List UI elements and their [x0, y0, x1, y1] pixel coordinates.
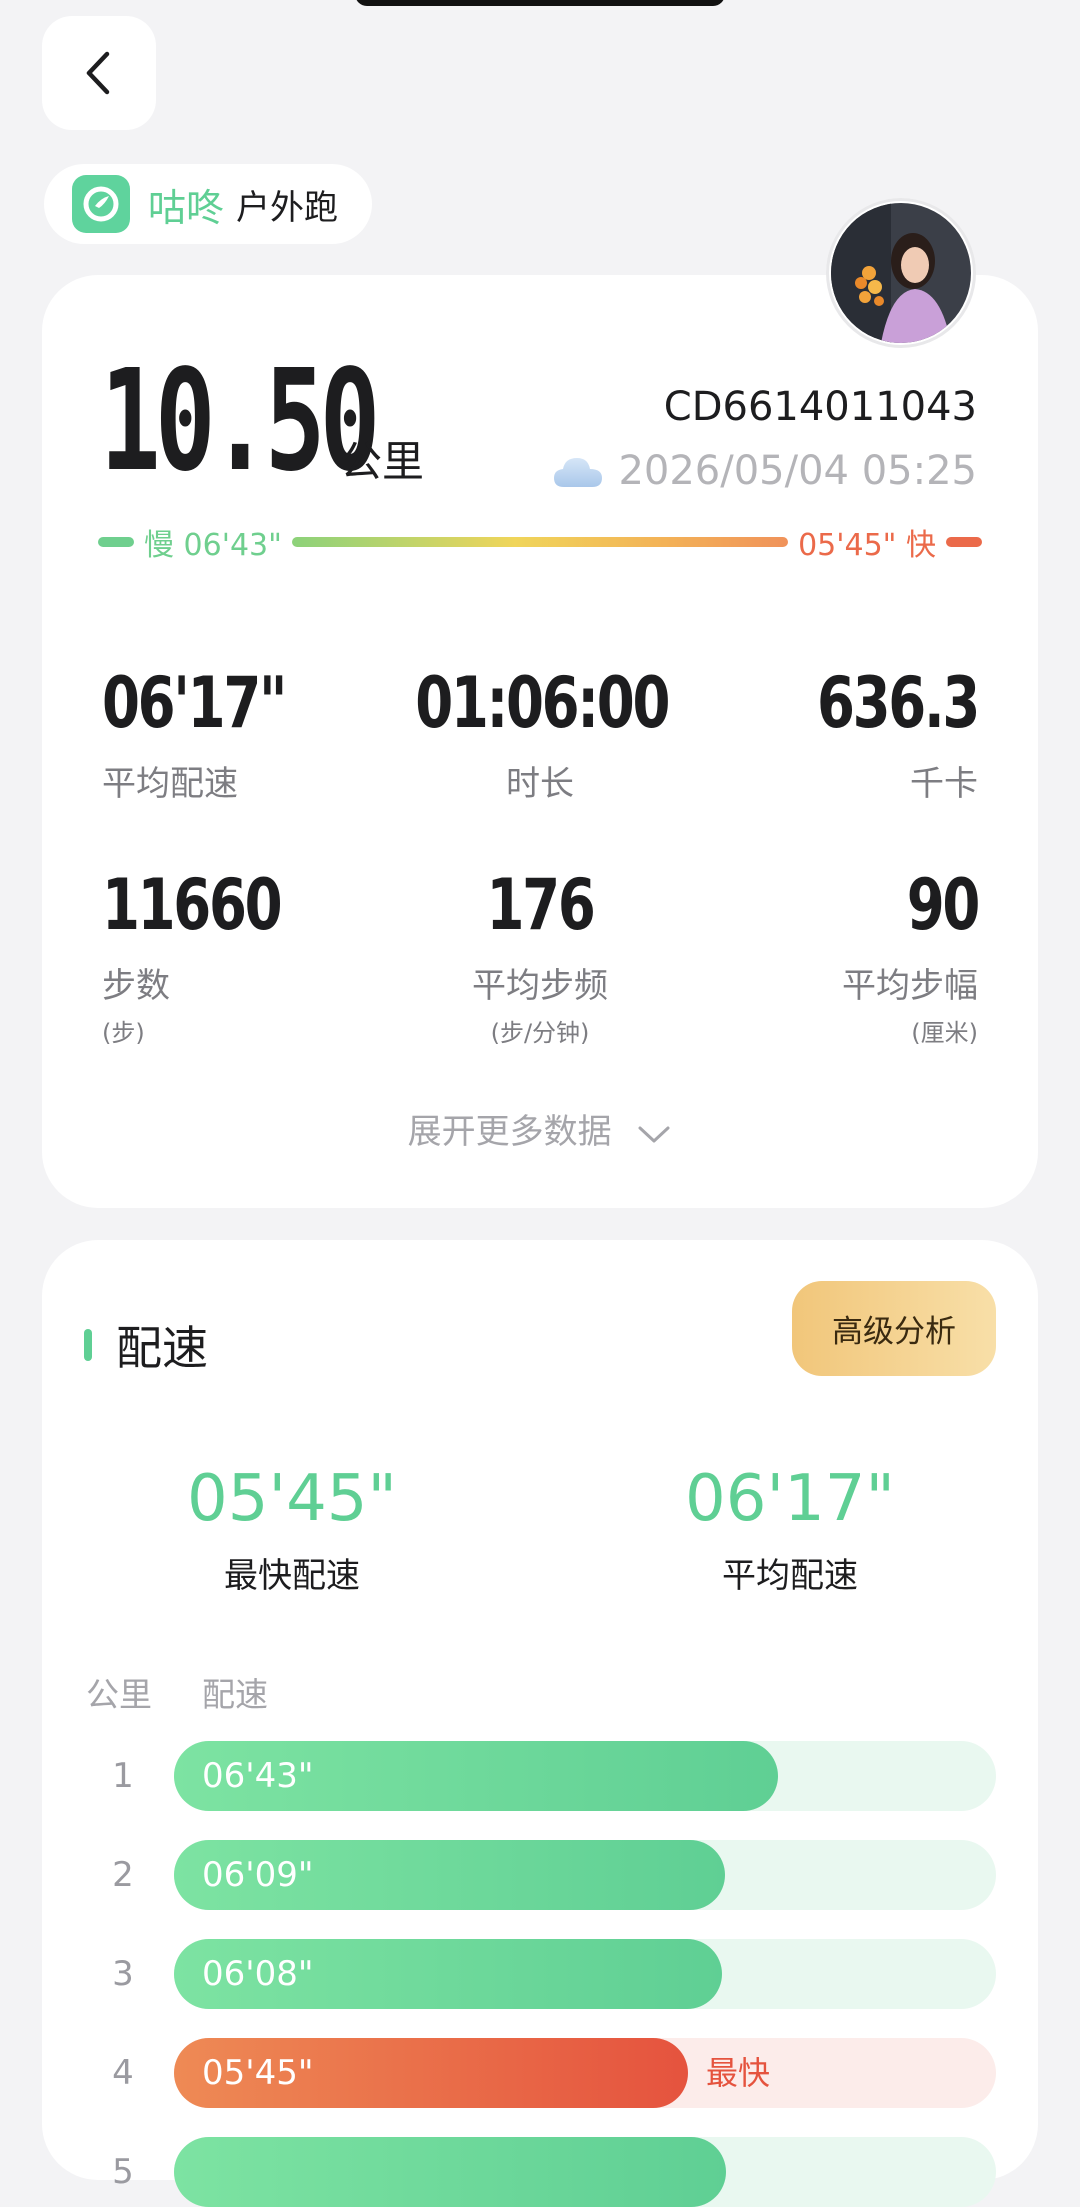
app-name: 咕咚 [148, 185, 225, 230]
split-bar: 06'09" [174, 1840, 725, 1910]
fast-pace-label: 05'45" 快 [798, 528, 936, 563]
stat-cadence: 176 平均步频 (步/分钟) [380, 870, 700, 1048]
stat-calories: 636.3 千卡 [658, 662, 980, 805]
run-datetime: 2026/05/04 05:25 [618, 448, 977, 494]
stat-steps: 11660 步数 (步) [102, 870, 422, 1048]
stat-value: 11660 [102, 864, 283, 946]
fastest-pace-label: 最快配速 [224, 1556, 360, 1596]
split-track: 06'08" [174, 1939, 996, 2009]
back-button[interactable] [42, 16, 156, 130]
stat-value: 06'17" [102, 662, 287, 744]
pace-gradient-bar [291, 537, 789, 547]
stat-duration: 01:06:00 时长 [380, 668, 700, 805]
column-header-pace: 配速 [202, 1675, 268, 1714]
column-header-km: 公里 [86, 1675, 152, 1714]
chevron-down-icon [638, 1126, 670, 1142]
stat-unit: (步/分钟) [490, 1019, 590, 1047]
fast-segment [946, 537, 982, 547]
stat-value: 01:06:00 [415, 662, 670, 744]
split-row: 2 06'09" [100, 1840, 996, 1910]
chevron-left-icon [86, 51, 110, 95]
stat-value: 176 [486, 864, 596, 946]
split-pace: 06'43" [202, 1756, 314, 1796]
split-pace: 06'09" [202, 1855, 314, 1895]
fastest-pace-value: 05'45" [187, 1462, 397, 1536]
split-row: 4 05'45" 最快 [100, 2038, 996, 2108]
split-track [174, 2137, 996, 2207]
split-km: 2 [112, 1855, 134, 1895]
section-title-text: 配速 [116, 1321, 208, 1375]
split-pace: 06'08" [202, 1954, 314, 1994]
average-pace-label: 平均配速 [722, 1556, 858, 1596]
stat-label: 平均配速 [102, 764, 238, 804]
split-track: 06'09" [174, 1840, 996, 1910]
slow-pace-label: 慢 06'43" [144, 528, 282, 563]
stat-unit: (厘米) [911, 1019, 978, 1047]
record-id: CD6614011043 [663, 384, 977, 430]
stat-label: 时长 [506, 764, 574, 804]
pace-scale: 慢 06'43" 05'45" 快 [98, 522, 982, 563]
sport-type: 户外跑 [236, 187, 339, 228]
split-km: 3 [112, 1954, 134, 1994]
expand-label: 展开更多数据 [407, 1112, 612, 1152]
stat-unit: (步) [102, 1019, 145, 1047]
stat-stride: 90 平均步幅 (厘米) [658, 864, 981, 1048]
split-row: 5 [100, 2137, 996, 2207]
split-km: 1 [112, 1756, 134, 1796]
split-bar [174, 2137, 726, 2207]
split-row: 3 06'08" [100, 1939, 996, 2009]
split-bar: 05'45" [174, 2038, 688, 2108]
split-bar: 06'43" [174, 1741, 778, 1811]
split-bar: 06'08" [174, 1939, 722, 2009]
stat-label: 平均步幅 [842, 966, 978, 1006]
average-pace: 06'17" 平均配速 [640, 1462, 940, 1597]
expand-more-button[interactable]: 展开更多数据 [0, 1104, 1080, 1153]
stat-label: 千卡 [910, 764, 978, 804]
split-km: 5 [112, 2152, 134, 2192]
distance-value: 10.50 [100, 340, 380, 503]
cloud-icon [554, 458, 603, 487]
split-track: 05'45" 最快 [174, 2038, 996, 2108]
slow-segment [98, 537, 134, 547]
distance-unit: 公里 [340, 437, 425, 486]
stat-value: 90 [906, 864, 981, 946]
split-km: 4 [112, 2053, 134, 2093]
average-pace-value: 06'17" [685, 1462, 895, 1536]
split-track: 06'43" [174, 1741, 996, 1811]
pace-section-title: 配速 [84, 1312, 208, 1378]
advanced-analysis-button[interactable]: 高级分析 [792, 1281, 996, 1376]
app-badge: 咕咚 户外跑 [44, 164, 372, 244]
stat-label: 步数 [102, 966, 170, 1006]
avatar[interactable] [826, 198, 976, 348]
fastest-tag: 最快 [706, 2054, 771, 2092]
section-accent-bar [84, 1329, 92, 1361]
fastest-pace: 05'45" 最快配速 [142, 1462, 442, 1597]
date-row: 2026/05/04 05:25 [552, 448, 977, 494]
codoon-logo-icon [72, 175, 130, 233]
status-notch [355, 0, 725, 6]
stat-label: 平均步频 [472, 966, 608, 1006]
split-pace: 05'45" [202, 2053, 314, 2093]
stat-avg-pace: 06'17" 平均配速 [102, 668, 422, 805]
split-row: 1 06'43" [100, 1741, 996, 1811]
stat-value: 636.3 [816, 662, 980, 744]
